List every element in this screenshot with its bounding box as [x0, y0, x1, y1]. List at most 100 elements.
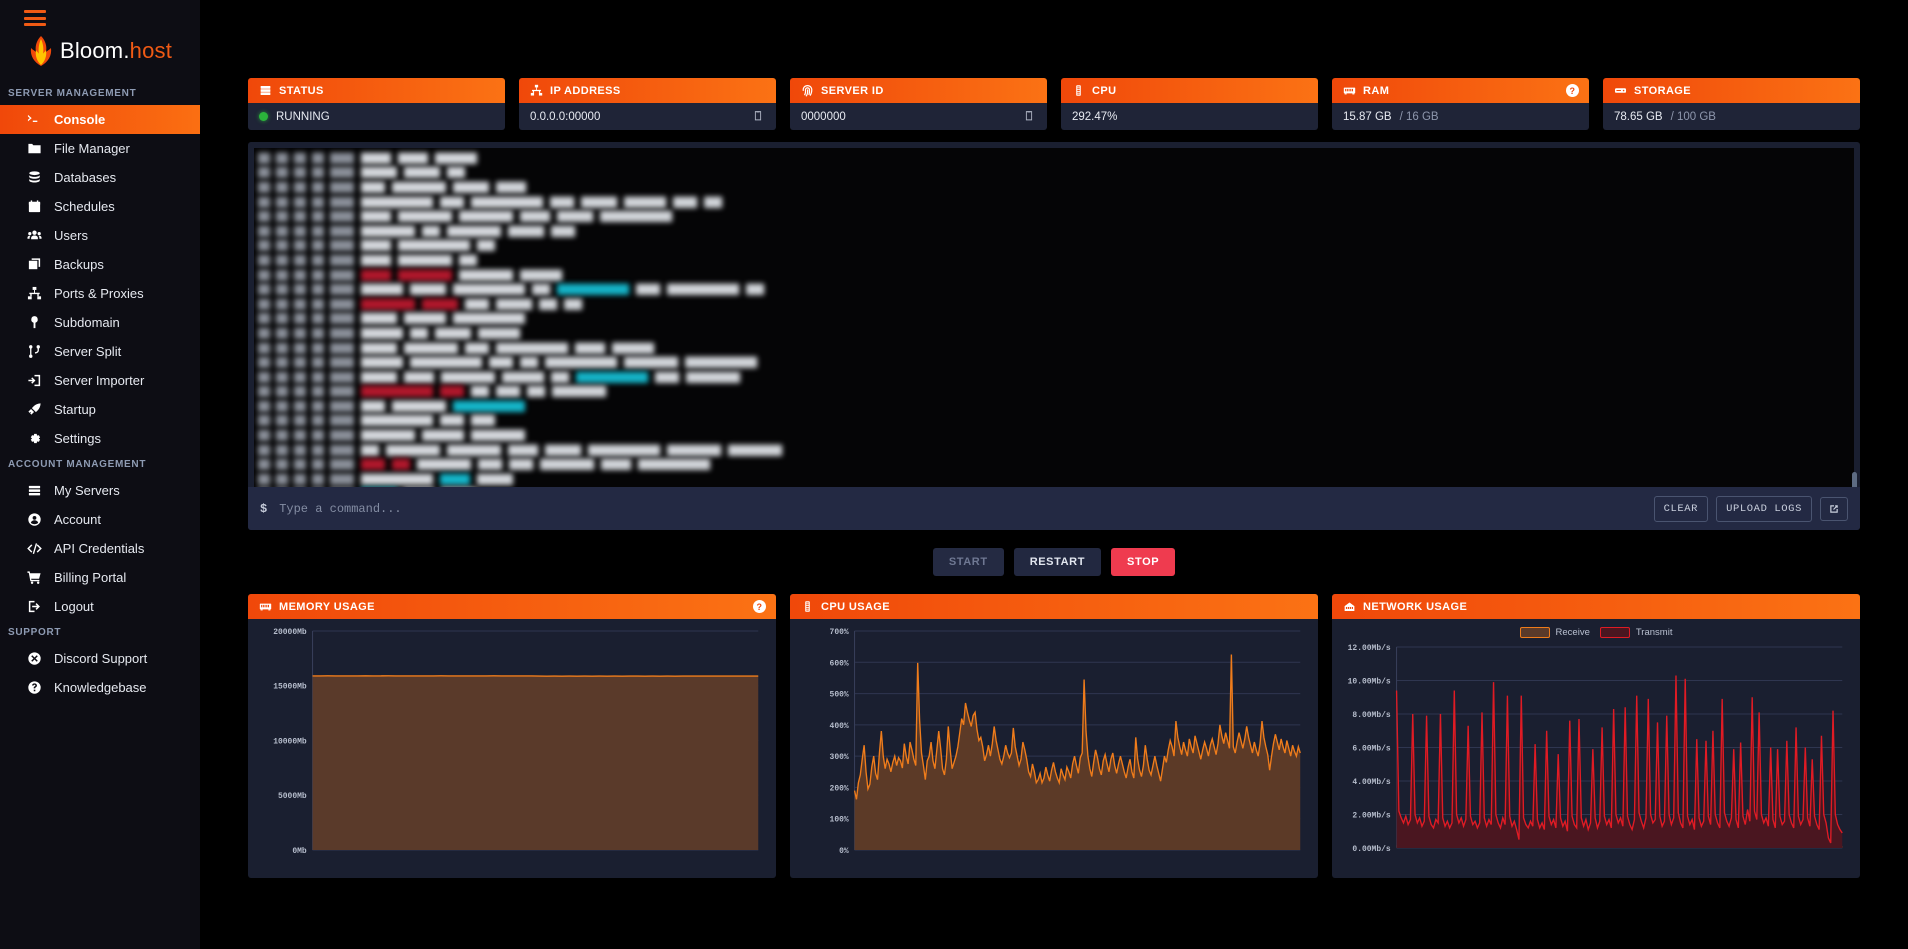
- legend-swatch: [1600, 627, 1630, 638]
- console-log-line: ██:██:██ ██ ███████████████████████████: [258, 327, 1854, 342]
- sidebar-item-my-servers[interactable]: My Servers: [0, 476, 200, 505]
- sidebar-item-label: Schedules: [54, 199, 115, 214]
- sidebar-item-server-importer[interactable]: Server Importer: [0, 366, 200, 395]
- chart-plot-area: ReceiveTransmit0.00Mb/s2.00Mb/s4.00Mb/s6…: [1332, 619, 1860, 878]
- bloom-flower-icon: [28, 36, 54, 66]
- y-axis-tick-label: 500%: [830, 690, 849, 699]
- console-log-line: ██:██:██ ██ ████████████████████████████…: [258, 458, 1854, 473]
- stop-button[interactable]: STOP: [1111, 548, 1175, 576]
- sidebar-nav: SERVER MANAGEMENTConsoleFile ManagerData…: [0, 82, 200, 702]
- sidebar-item-label: Settings: [54, 431, 101, 446]
- sidebar-item-label: My Servers: [54, 483, 120, 498]
- y-axis-tick-label: 0%: [839, 847, 849, 856]
- sidebar-item-discord-support[interactable]: Discord Support: [0, 644, 200, 673]
- y-axis-tick-label: 5000Mb: [278, 792, 307, 801]
- prompt-symbol: $: [260, 502, 267, 516]
- upload-logs-button[interactable]: UPLOAD LOGS: [1716, 496, 1812, 522]
- users-icon: [26, 228, 42, 244]
- database-icon: [26, 170, 42, 186]
- help-icon[interactable]: ?: [753, 600, 766, 613]
- legend-item[interactable]: Receive: [1520, 627, 1590, 638]
- calendar-icon: [26, 199, 42, 215]
- stat-card-title: SERVER ID: [821, 85, 884, 97]
- console-log-line: ██:██:██ ██ ████████████████████████████…: [258, 342, 1854, 357]
- console-log-line: ██:██:██ ██ ████████████████████████████: [258, 181, 1854, 196]
- chart-title: CPU USAGE: [821, 601, 890, 613]
- y-axis-tick-label: 200%: [830, 784, 849, 793]
- sidebar-item-startup[interactable]: Startup: [0, 395, 200, 424]
- network-port-icon: [1342, 600, 1356, 614]
- status-indicator-dot: [259, 112, 268, 121]
- console-log-line: ██:██:██ ██ ███████████████████████████: [258, 473, 1854, 488]
- console-log-line: ██:██:██ ██ ████████████████████████████…: [258, 444, 1854, 459]
- legend-label: Receive: [1556, 627, 1590, 638]
- chart-title: NETWORK USAGE: [1363, 601, 1467, 613]
- user-circle-icon: [26, 512, 42, 528]
- console-log-line: ██:██:██ ██ ████████████████████████████…: [258, 429, 1854, 444]
- console-log-line: ██:██:██ ██ ████████████████████████: [258, 240, 1854, 255]
- gear-icon: [26, 431, 42, 447]
- sidebar-section-title: SUPPORT: [0, 621, 200, 644]
- console-output[interactable]: ██:██:██ ██ ███████████████████████:██:█…: [254, 148, 1854, 519]
- logout-icon: [26, 599, 42, 615]
- brand-logo[interactable]: Bloom.host: [0, 36, 200, 82]
- memory-icon: [1342, 84, 1356, 98]
- sidebar: Bloom.host SERVER MANAGEMENTConsoleFile …: [0, 0, 200, 949]
- sidebar-item-api-credentials[interactable]: API Credentials: [0, 534, 200, 563]
- y-axis-tick-label: 10.00Mb/s: [1348, 677, 1391, 686]
- command-input[interactable]: [279, 502, 1653, 516]
- sidebar-item-billing-portal[interactable]: Billing Portal: [0, 563, 200, 592]
- chart-card-header: CPU USAGE: [790, 594, 1318, 619]
- sidebar-item-schedules[interactable]: Schedules: [0, 192, 200, 221]
- chart-card-header: MEMORY USAGE?: [248, 594, 776, 619]
- sidebar-item-label: API Credentials: [54, 541, 144, 556]
- stat-card-body: 0000000: [790, 103, 1047, 130]
- memory-icon: [258, 600, 272, 614]
- server-list-icon: [26, 483, 42, 499]
- console-log-line: ██:██:██ ██ ████████████████████████████…: [258, 196, 1854, 211]
- console-buttons: CLEAR UPLOAD LOGS: [1654, 496, 1848, 522]
- console-input-row: $ CLEAR UPLOAD LOGS: [248, 487, 1860, 530]
- sidebar-item-ports-proxies[interactable]: Ports & Proxies: [0, 279, 200, 308]
- menu-toggle-icon[interactable]: [24, 10, 46, 26]
- sidebar-item-knowledgebase[interactable]: Knowledgebase: [0, 673, 200, 702]
- hard-drive-icon: [1613, 84, 1627, 98]
- y-axis-tick-label: 300%: [830, 753, 849, 762]
- sidebar-item-account[interactable]: Account: [0, 505, 200, 534]
- sidebar-item-settings[interactable]: Settings: [0, 424, 200, 453]
- y-axis-tick-label: 700%: [830, 628, 849, 637]
- legend-item[interactable]: Transmit: [1600, 627, 1673, 638]
- sidebar-item-label: Server Importer: [54, 373, 144, 388]
- chart-title: MEMORY USAGE: [279, 601, 375, 613]
- clear-console-button[interactable]: CLEAR: [1654, 496, 1709, 522]
- console-log-line: ██:██:██ ██ ████████████████████████████…: [258, 283, 1854, 298]
- y-axis-tick-label: 12.00Mb/s: [1348, 644, 1391, 653]
- external-link-icon[interactable]: [1820, 497, 1848, 521]
- help-icon[interactable]: ?: [1566, 84, 1579, 97]
- copy-icon[interactable]: [1023, 110, 1036, 123]
- sidebar-item-backups[interactable]: Backups: [0, 250, 200, 279]
- y-axis-tick-label: 15000Mb: [273, 683, 307, 692]
- sidebar-section-title: ACCOUNT MANAGEMENT: [0, 453, 200, 476]
- console-panel: ██:██:██ ██ ███████████████████████:██:█…: [248, 142, 1860, 530]
- stat-card-header: CPU: [1061, 78, 1318, 103]
- sidebar-item-console[interactable]: Console: [0, 105, 200, 134]
- y-axis-tick-label: 600%: [830, 659, 849, 668]
- power-controls: START RESTART STOP: [248, 548, 1860, 576]
- sidebar-item-databases[interactable]: Databases: [0, 163, 200, 192]
- stat-card-body: 292.47%: [1061, 103, 1318, 130]
- sidebar-item-logout[interactable]: Logout: [0, 592, 200, 621]
- start-button[interactable]: START: [933, 548, 1004, 576]
- sidebar-item-label: Logout: [54, 599, 94, 614]
- restart-button[interactable]: RESTART: [1014, 548, 1101, 576]
- stat-card-body: 78.65 GB/ 100 GB: [1603, 103, 1860, 130]
- stat-card-body: 0.0.0.0:00000: [519, 103, 776, 130]
- copy-icon[interactable]: [752, 110, 765, 123]
- stat-card-title: STATUS: [279, 85, 324, 97]
- sidebar-item-server-split[interactable]: Server Split: [0, 337, 200, 366]
- folder-icon: [26, 141, 42, 157]
- sidebar-item-subdomain[interactable]: Subdomain: [0, 308, 200, 337]
- sidebar-item-file-manager[interactable]: File Manager: [0, 134, 200, 163]
- sidebar-item-users[interactable]: Users: [0, 221, 200, 250]
- console-log-line: ██:██:██ ██ █████████████████████: [258, 254, 1854, 269]
